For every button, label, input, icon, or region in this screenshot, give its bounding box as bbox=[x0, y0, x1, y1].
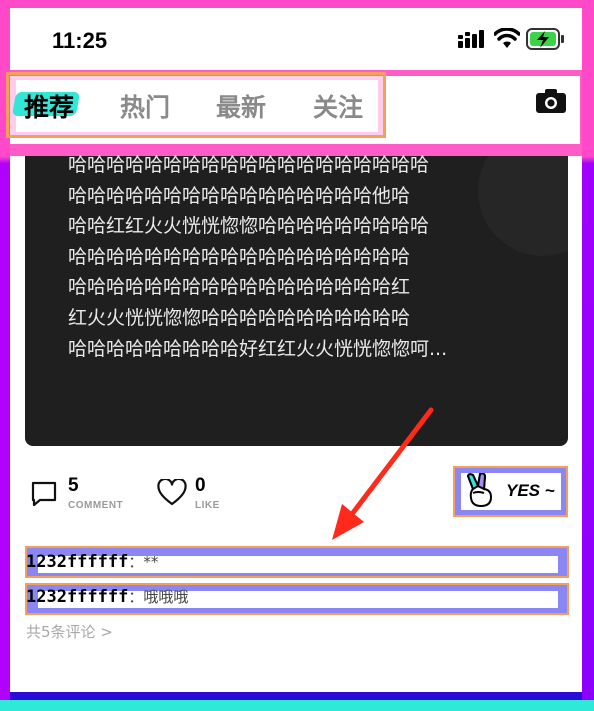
battery-charging-icon bbox=[526, 28, 564, 50]
overlay-top-border bbox=[0, 0, 594, 8]
comment-row[interactable]: 1232ffffff：哦哦哦 bbox=[26, 586, 188, 607]
next-card-preview bbox=[0, 700, 594, 711]
post-text: 哈哈哈哈哈哈哈哈哈哈哈哈哈哈哈哈哈哈哈 哈哈哈哈哈哈哈哈哈哈哈哈哈哈哈哈他哈 哈… bbox=[68, 154, 448, 360]
comment-separator: ： bbox=[128, 553, 144, 571]
heart-icon[interactable] bbox=[157, 479, 187, 506]
tab-following[interactable]: 关注 bbox=[313, 88, 363, 124]
view-all-comments-link[interactable]: 共5条评论 > bbox=[26, 621, 113, 642]
overlay-bottom-bar bbox=[10, 692, 582, 700]
comment-count: 5 bbox=[68, 475, 79, 496]
comment-row[interactable]: 1232ffffff：** bbox=[26, 551, 158, 572]
camera-icon[interactable] bbox=[536, 89, 566, 113]
comment-user[interactable]: 1232ffffff bbox=[26, 552, 128, 572]
comment-text: ** bbox=[143, 553, 159, 571]
overlay-right-border bbox=[582, 0, 594, 711]
signal-icon bbox=[458, 30, 484, 48]
status-time: 11:25 bbox=[52, 28, 108, 53]
comment-separator: ： bbox=[128, 588, 144, 606]
comment-text: 哦哦哦 bbox=[143, 588, 189, 606]
comment-user[interactable]: 1232ffffff bbox=[26, 587, 128, 607]
like-label: LIKE bbox=[195, 500, 220, 511]
comment-icon[interactable] bbox=[31, 481, 57, 506]
tab-hot[interactable]: 热门 bbox=[120, 88, 170, 124]
like-count: 0 bbox=[195, 475, 206, 496]
annotation-arrow-icon bbox=[332, 407, 434, 540]
tab-latest[interactable]: 最新 bbox=[216, 88, 266, 124]
tab-recommend[interactable]: 推荐 bbox=[24, 88, 74, 124]
yes-button-label: YES ~ bbox=[506, 481, 555, 500]
wifi-icon bbox=[494, 28, 520, 48]
comment-label: COMMENT bbox=[68, 500, 124, 511]
victory-hand-icon bbox=[466, 473, 492, 507]
